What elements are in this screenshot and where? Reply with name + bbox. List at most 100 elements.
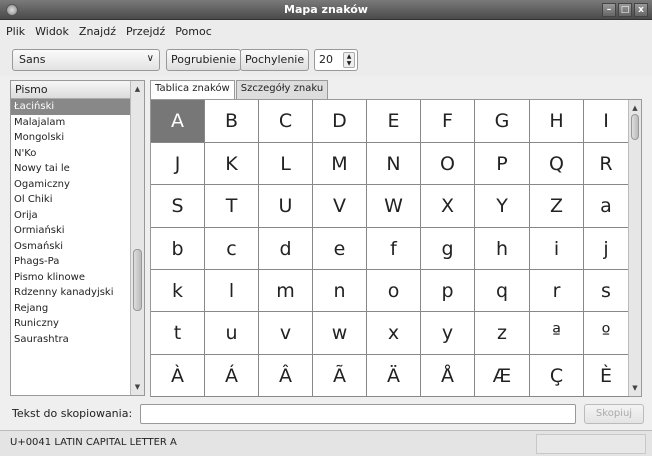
character-cell[interactable]: p [421, 270, 475, 312]
character-cell[interactable]: z [475, 312, 530, 355]
scroll-down-icon[interactable]: ▼ [629, 382, 641, 394]
character-cell[interactable]: P [475, 143, 530, 185]
script-list-item[interactable]: Runiczny [11, 316, 131, 332]
script-list-item[interactable]: Orija [11, 208, 131, 224]
character-cell[interactable]: Y [475, 185, 530, 228]
character-cell[interactable]: s [584, 270, 629, 312]
spin-arrows-icon[interactable]: ▲ ▼ [343, 52, 355, 68]
character-cell[interactable]: i [530, 228, 584, 270]
character-cell[interactable]: t [151, 312, 205, 355]
script-list-item[interactable]: Rdzenny kanadyjski [11, 285, 131, 301]
script-list-item[interactable]: Osmański [11, 239, 131, 255]
script-list-item[interactable]: Mongolski [11, 130, 131, 146]
scroll-thumb[interactable] [133, 249, 142, 311]
character-cell[interactable]: B [205, 100, 259, 143]
character-cell[interactable]: k [151, 270, 205, 312]
character-cell[interactable]: a [584, 185, 629, 228]
character-cell[interactable]: h [475, 228, 530, 270]
character-cell[interactable]: T [205, 185, 259, 228]
close-button[interactable]: x [634, 3, 648, 17]
character-cell[interactable]: Q [530, 143, 584, 185]
character-cell[interactable]: Å [421, 355, 475, 397]
character-cell[interactable]: f [367, 228, 421, 270]
italic-button[interactable]: Pochylenie [240, 49, 310, 71]
character-cell[interactable]: F [421, 100, 475, 143]
scroll-thumb[interactable] [631, 114, 639, 140]
character-cell[interactable]: À [151, 355, 205, 397]
character-cell[interactable]: º [584, 312, 629, 355]
script-list-scrollbar[interactable]: ▲ ▼ [130, 81, 144, 395]
character-cell[interactable]: ª [530, 312, 584, 355]
tab-character-table[interactable]: Tablica znaków [150, 80, 235, 99]
character-cell[interactable]: S [151, 185, 205, 228]
menu-przejdz[interactable]: Przejdź [126, 25, 165, 38]
font-family-select[interactable]: Sans ∨ [12, 49, 160, 71]
character-cell[interactable]: C [259, 100, 313, 143]
script-list-item[interactable]: Pismo klinowe [11, 270, 131, 286]
script-list-item[interactable]: Phags-Pa [11, 254, 131, 270]
font-size-spinner[interactable]: 20 ▲ ▼ [314, 49, 358, 71]
script-list-item[interactable]: Malajalam [11, 115, 131, 131]
character-cell[interactable]: N [367, 143, 421, 185]
character-cell[interactable]: g [421, 228, 475, 270]
character-cell[interactable]: Ç [530, 355, 584, 397]
character-cell[interactable]: Ã [313, 355, 367, 397]
character-cell[interactable]: M [313, 143, 367, 185]
character-cell[interactable]: R [584, 143, 629, 185]
character-cell[interactable]: e [313, 228, 367, 270]
character-cell[interactable]: b [151, 228, 205, 270]
character-cell[interactable]: Á [205, 355, 259, 397]
character-cell[interactable]: u [205, 312, 259, 355]
character-cell[interactable]: D [313, 100, 367, 143]
script-list-item[interactable]: Nowy tai le [11, 161, 131, 177]
script-list-item[interactable]: Ol Chiki [11, 192, 131, 208]
character-cell[interactable]: v [259, 312, 313, 355]
character-cell[interactable]: H [530, 100, 584, 143]
character-cell[interactable]: y [421, 312, 475, 355]
character-cell[interactable]: U [259, 185, 313, 228]
character-cell[interactable]: K [205, 143, 259, 185]
character-cell[interactable]: o [367, 270, 421, 312]
maximize-button[interactable]: □ [618, 3, 632, 17]
script-list-header[interactable]: Pismo [11, 81, 144, 99]
script-list-item[interactable]: Saurashtra [11, 332, 131, 348]
character-cell[interactable]: r [530, 270, 584, 312]
character-cell[interactable]: w [313, 312, 367, 355]
scroll-up-icon[interactable]: ▲ [131, 83, 144, 95]
character-cell[interactable]: Z [530, 185, 584, 228]
character-cell[interactable]: X [421, 185, 475, 228]
character-cell[interactable]: x [367, 312, 421, 355]
character-cell[interactable]: È [584, 355, 629, 397]
scroll-up-icon[interactable]: ▲ [629, 102, 641, 114]
menu-pomoc[interactable]: Pomoc [175, 25, 211, 38]
character-cell[interactable]: m [259, 270, 313, 312]
character-cell[interactable]: q [475, 270, 530, 312]
scroll-down-icon[interactable]: ▼ [131, 381, 144, 393]
character-cell[interactable]: G [475, 100, 530, 143]
character-cell[interactable]: Æ [475, 355, 530, 397]
copy-text-input[interactable] [140, 404, 576, 424]
script-list-item[interactable]: Łaciński [11, 99, 131, 115]
script-list-item[interactable]: Rejang [11, 301, 131, 317]
character-cell[interactable]: d [259, 228, 313, 270]
character-cell[interactable]: l [205, 270, 259, 312]
character-cell[interactable]: L [259, 143, 313, 185]
character-cell[interactable]: Â [259, 355, 313, 397]
character-cell[interactable]: V [313, 185, 367, 228]
script-list-item[interactable]: Ormiański [11, 223, 131, 239]
character-cell[interactable]: O [421, 143, 475, 185]
character-grid-scrollbar[interactable]: ▲ ▼ [628, 100, 641, 396]
character-cell[interactable]: W [367, 185, 421, 228]
character-cell[interactable]: Ä [367, 355, 421, 397]
tab-character-details[interactable]: Szczegóły znaku [235, 80, 329, 99]
bold-button[interactable]: Pogrubienie [166, 49, 242, 71]
character-cell[interactable]: j [584, 228, 629, 270]
character-cell[interactable]: I [584, 100, 629, 143]
menu-widok[interactable]: Widok [35, 25, 69, 38]
character-cell[interactable]: A [151, 100, 205, 143]
menu-plik[interactable]: Plik [6, 25, 25, 38]
menu-znajdz[interactable]: Znajdź [79, 25, 116, 38]
character-cell[interactable]: E [367, 100, 421, 143]
character-cell[interactable]: c [205, 228, 259, 270]
character-cell[interactable]: J [151, 143, 205, 185]
